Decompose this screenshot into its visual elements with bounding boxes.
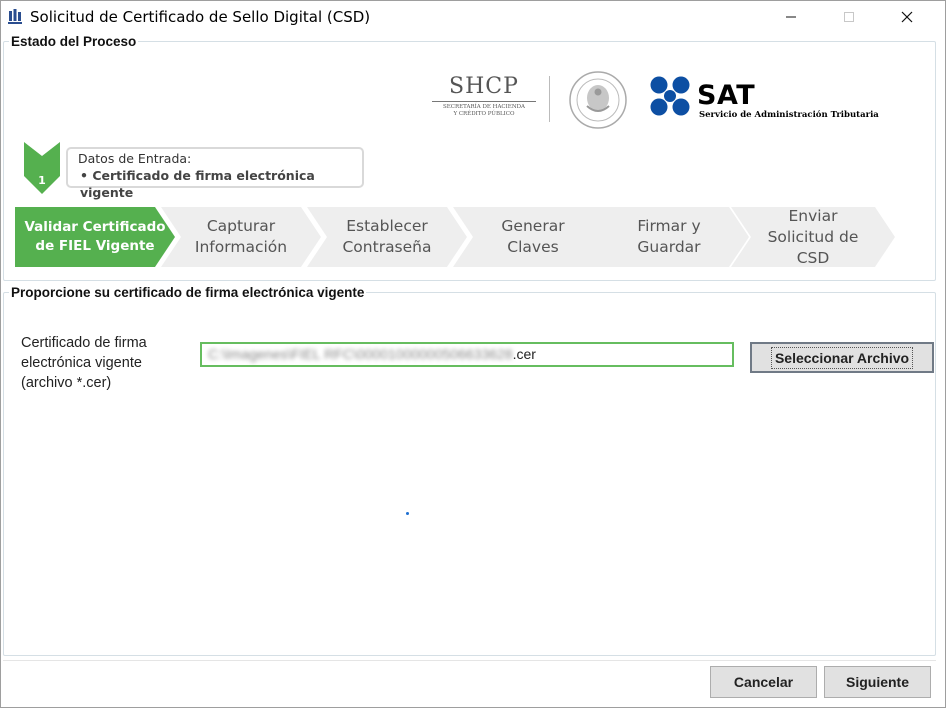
step-validar-certificado: Validar Certificado de FIEL Vigente — [15, 207, 175, 267]
step-1-line2: de FIEL Vigente — [35, 238, 155, 254]
next-button[interactable]: Siguiente — [824, 666, 931, 698]
process-status-legend: Estado del Proceso — [9, 34, 139, 49]
certificate-file-path-blurred: C:\Imagenes\FIEL RFC\0000100000050663362… — [208, 346, 513, 362]
step-5-line2: Guardar — [637, 238, 701, 256]
footer-separator — [3, 660, 936, 661]
step-callout-item: • Certificado de firma electrónica vigen… — [80, 168, 315, 200]
minimize-button[interactable] — [768, 0, 814, 34]
cancel-button[interactable]: Cancelar — [710, 666, 817, 698]
step-establecer-contrasena: Establecer Contraseña — [307, 207, 467, 267]
close-button[interactable] — [884, 0, 930, 34]
certificate-file-extension: .cer — [512, 346, 536, 362]
minimize-icon — [786, 16, 796, 18]
step-number-badge: 1 — [22, 142, 62, 194]
sat-logo-icon — [650, 76, 692, 118]
logo-divider — [549, 76, 550, 122]
select-file-button[interactable]: Seleccionar Archivo — [750, 342, 934, 373]
shcp-logo: SHCP SECRETARÍA DE HACIENDA Y CRÉDITO PÚ… — [426, 74, 542, 118]
national-seal-icon — [568, 70, 628, 130]
step-enviar-solicitud: Enviar Solicitud de CSD — [731, 207, 895, 267]
shcp-logo-sub2: Y CRÉDITO PÚBLICO — [453, 111, 515, 117]
step-3-line1: Establecer — [346, 217, 428, 235]
maximize-icon — [844, 12, 854, 22]
step-3-line2: Contraseña — [342, 238, 432, 256]
step-callout: Datos de Entrada: • Certificado de firma… — [66, 147, 364, 200]
step-4-line1: Generar — [501, 217, 565, 235]
loading-dot — [406, 512, 409, 515]
shcp-logo-word: SHCP — [449, 74, 519, 99]
step-5-line1: Firmar y — [637, 217, 701, 235]
shcp-logo-sub1: SECRETARÍA DE HACIENDA — [442, 104, 526, 110]
certificate-file-input[interactable]: C:\Imagenes\FIEL RFC\0000100000050663362… — [200, 342, 734, 367]
certificate-field-label-line2: electrónica vigente — [21, 355, 142, 371]
sat-logo-word: SAT — [697, 80, 756, 111]
step-2-line1: Capturar — [206, 217, 276, 235]
sat-logo-sub: Servicio de Administración Tributaria — [699, 110, 879, 120]
step-callout-title: Datos de Entrada: — [78, 151, 192, 166]
step-number-text: 1 — [38, 174, 46, 187]
certificate-form-legend: Proporcione su certificado de firma elec… — [9, 285, 367, 300]
close-icon — [901, 11, 913, 23]
step-6-line2: Solicitud de — [767, 227, 859, 246]
title-bar: Solicitud de Certificado de Sello Digita… — [0, 0, 946, 34]
step-4-line2: Claves — [507, 238, 559, 256]
step-capturar-informacion: Capturar Información — [161, 207, 321, 267]
maximize-button[interactable] — [826, 0, 872, 34]
process-steps: Validar Certificado de FIEL Vigente Capt… — [15, 207, 895, 267]
step-6-line1: Enviar — [788, 206, 838, 225]
certificate-field-label-line3: (archivo *.cer) — [21, 375, 112, 391]
certificate-field-label-line1: Certificado de firma — [21, 335, 147, 351]
certificate-field-label: Certificado de firma electrónica vigente… — [21, 333, 147, 393]
select-file-button-label: Seleccionar Archivo — [770, 346, 914, 369]
app-icon — [7, 9, 23, 25]
step-firmar-guardar: Firmar y Guardar — [589, 207, 749, 267]
step-2-line2: Información — [194, 238, 288, 256]
step-6-line3: CSD — [796, 248, 830, 267]
window-title: Solicitud de Certificado de Sello Digita… — [30, 8, 371, 26]
step-1-line1: Validar Certificado — [24, 219, 166, 235]
